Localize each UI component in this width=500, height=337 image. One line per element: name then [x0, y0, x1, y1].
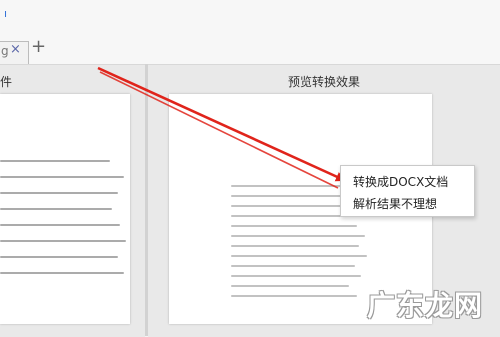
menu-item-parse-unsatisfactory[interactable]: 解析结果不理想	[353, 195, 437, 212]
context-menu: 转换成DOCX文档 解析结果不理想	[340, 165, 475, 217]
close-icon[interactable]: ×	[10, 42, 21, 57]
tab-label: g	[1, 44, 9, 58]
text-line	[231, 275, 361, 277]
app-logo-icon: ı	[4, 7, 8, 20]
document-tab[interactable]: g ×	[0, 41, 29, 64]
text-line	[231, 205, 341, 207]
text-line	[0, 240, 126, 242]
source-document-pane: 件	[0, 64, 145, 337]
text-line	[231, 265, 355, 267]
text-line	[0, 192, 118, 194]
text-line	[231, 285, 349, 287]
menu-item-convert-docx[interactable]: 转换成DOCX文档	[353, 173, 448, 190]
text-line	[0, 224, 120, 226]
text-line	[231, 245, 359, 247]
watermark-logo: 广东龙网	[367, 289, 484, 322]
text-line	[231, 255, 367, 257]
text-line	[231, 185, 351, 187]
text-line	[0, 256, 118, 258]
text-line	[231, 295, 357, 297]
tab-bar: ı g × +	[0, 0, 500, 66]
source-page-preview[interactable]	[0, 94, 130, 324]
text-line	[0, 176, 124, 178]
text-line	[0, 160, 110, 162]
new-tab-icon[interactable]: +	[31, 38, 46, 56]
preview-pane-title: 预览转换效果	[287, 75, 360, 89]
text-line	[231, 225, 357, 227]
text-line	[0, 272, 124, 274]
source-pane-title: 件	[0, 75, 13, 89]
text-line	[231, 235, 365, 237]
text-line	[0, 208, 112, 210]
